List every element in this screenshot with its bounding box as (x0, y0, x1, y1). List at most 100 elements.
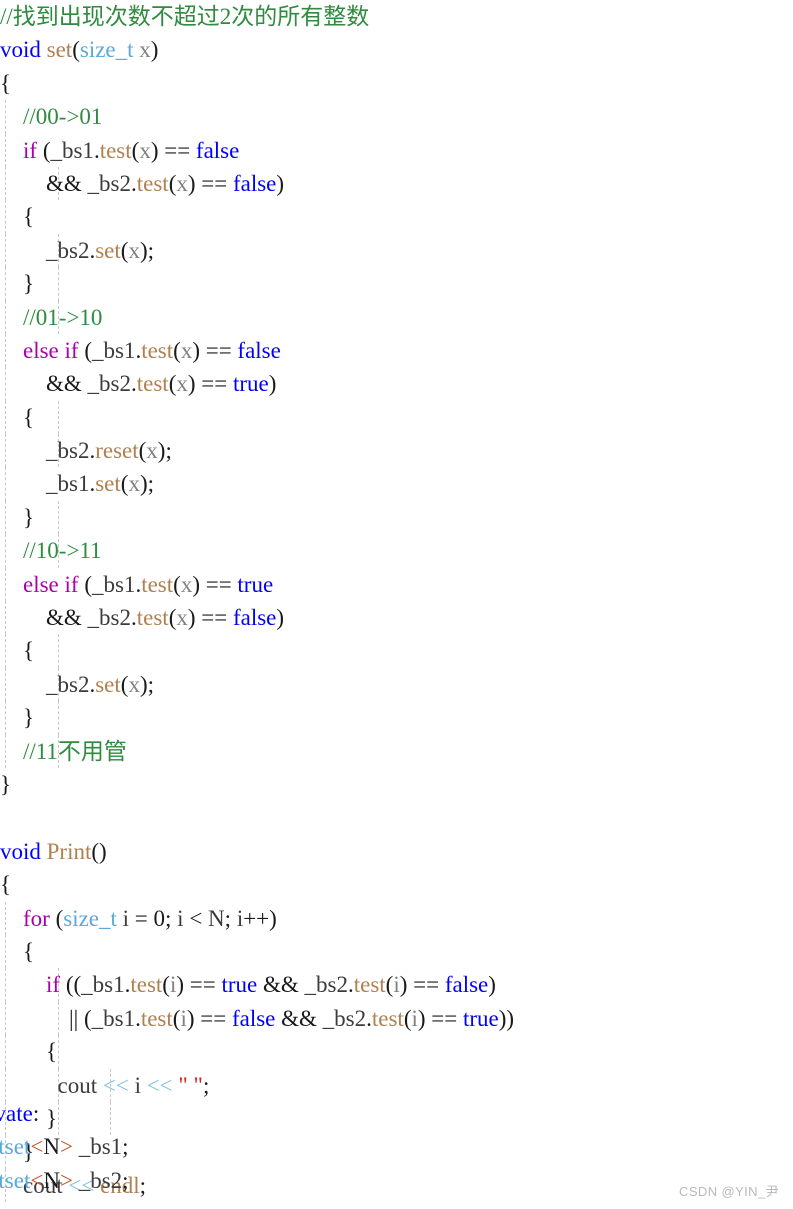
code-line-text: { (0, 634, 793, 667)
code-token-ctrl: else if (23, 571, 79, 597)
code-token-func: test (136, 170, 169, 196)
code-line[interactable]: _bs1.set(x); (0, 467, 793, 501)
code-token-plain: 0 (153, 905, 166, 931)
code-line[interactable]: bitset<N> _bs2; (0, 1164, 793, 1197)
code-token-plain: ) == (187, 371, 233, 397)
code-line[interactable]: bitset<N> _bs1; (0, 1130, 793, 1163)
code-line[interactable]: if ((_bs1.test(i) == true && _bs2.test(i… (0, 968, 793, 1002)
code-line[interactable]: else if (_bs1.test(x) == false (0, 333, 793, 368)
code-token-func: test (130, 972, 163, 998)
code-line[interactable]: { (0, 868, 793, 901)
code-line[interactable]: private: (0, 1097, 793, 1130)
code-token-plain: ( (162, 972, 170, 998)
code-token-plain: ( (173, 571, 181, 597)
code-line[interactable]: _bs2.set(x); (0, 233, 793, 268)
code-token-angle: > (59, 1134, 73, 1160)
code-token-plain: ) == (187, 170, 233, 196)
code-line-text: _bs2.set(x); (0, 668, 793, 701)
code-line-text: //01->10 (0, 301, 793, 334)
code-token-id: _bs2 (322, 1005, 367, 1031)
code-token-type: size_t (79, 37, 134, 63)
code-line[interactable]: //01->10 (0, 300, 793, 334)
code-line[interactable]: && _bs2.test(x) == false) (0, 166, 793, 201)
code-line[interactable]: { (0, 1035, 793, 1069)
code-line[interactable]: && _bs2.test(x) == true) (0, 367, 793, 401)
code-line[interactable]: { (0, 67, 793, 100)
code-line[interactable]: } (0, 1202, 793, 1209)
code-line-text: bitset<N> _bs2; (0, 1164, 793, 1197)
code-line[interactable]: { (0, 200, 793, 234)
code-line[interactable]: for (size_t i = 0; i < N; i++) (0, 901, 793, 935)
code-line[interactable]: //00->01 (0, 100, 793, 134)
code-line[interactable]: _bs2.reset(x); (0, 434, 793, 468)
code-token-func: test (136, 371, 169, 397)
code-token-plain: : (32, 1101, 40, 1126)
code-token-plain: ) == (176, 972, 222, 998)
code-token-var: x (146, 438, 158, 464)
code-token-plain: ) == (192, 571, 238, 597)
code-token-plain: && (257, 972, 305, 998)
code-line[interactable]: _bs2.set(x); (0, 667, 793, 702)
code-line[interactable]: { (0, 634, 793, 668)
code-token-bool: false (237, 337, 281, 363)
code-token-plain: ( (78, 571, 92, 597)
code-token-stream: << (146, 1072, 173, 1098)
code-token-plain: ( (72, 37, 80, 63)
code-token-id: _bs2 (78, 1167, 123, 1193)
code-line-text: //找到出现次数不超过2次的所有整数 (0, 0, 793, 33)
code-line[interactable]: else if (_bs1.test(x) == true (0, 567, 793, 602)
code-token-plain: { (0, 638, 35, 664)
code-token-id: _bs2 (304, 972, 348, 998)
code-line[interactable]: || (_bs1.test(i) == false && _bs2.test(i… (0, 1001, 793, 1036)
code-lines-container[interactable]: //找到出现次数不超过2次的所有整数 void set(size_t x){ //… (0, 0, 793, 1209)
code-line-text: else if (_bs1.test(x) == true (0, 568, 793, 601)
code-line-text: private: (0, 1097, 793, 1130)
code-token-func: test (141, 571, 174, 597)
code-line[interactable]: } (0, 768, 793, 801)
code-token-plain: } (0, 771, 12, 797)
code-token-id: _bs1 (91, 1005, 136, 1031)
code-line-text: { (0, 200, 793, 233)
code-token-plain: ( (173, 337, 181, 363)
code-line[interactable] (0, 801, 793, 834)
code-line-text: { (0, 935, 793, 968)
code-line[interactable]: } (0, 267, 793, 301)
code-line[interactable]: { (0, 400, 793, 435)
clipped-code-lines-container[interactable]: private: bitset<N> _bs1; bitset<N> _bs2; (0, 1097, 793, 1197)
code-token-id: _bs1 (91, 571, 136, 597)
code-line[interactable]: //11不用管 (0, 734, 793, 768)
code-token-id: _bs2 (87, 170, 131, 196)
code-line[interactable]: void Print() (0, 835, 793, 868)
code-line[interactable]: { (0, 934, 793, 969)
code-line-text: _bs1.set(x); (0, 467, 793, 500)
code-line[interactable]: void set(size_t x) (0, 33, 793, 66)
code-token-plain: } (0, 705, 35, 731)
code-line[interactable]: } (0, 500, 793, 535)
code-token-plain: ; (202, 1072, 210, 1098)
code-token-id: _bs1 (81, 972, 125, 998)
code-line[interactable]: //10->11 (0, 534, 793, 568)
code-token-id: _bs1 (78, 1134, 123, 1160)
code-token-plain: { (0, 938, 35, 964)
code-token-var: x (128, 471, 140, 497)
code-token-plain: { (0, 404, 35, 430)
code-token-func: test (141, 337, 174, 363)
code-line[interactable]: if (_bs1.test(x) == false (0, 133, 793, 167)
code-line[interactable]: } (0, 701, 793, 735)
code-token-bool: false (231, 1005, 276, 1031)
code-token-keyword: void (0, 838, 41, 864)
code-line[interactable]: //找到出现次数不超过2次的所有整数 (0, 0, 793, 33)
code-token-plain: ) == (192, 337, 238, 363)
code-line[interactable]: && _bs2.test(x) == false) (0, 601, 793, 635)
code-token-plain: ); (139, 237, 154, 263)
code-token-plain: ( (78, 337, 92, 363)
